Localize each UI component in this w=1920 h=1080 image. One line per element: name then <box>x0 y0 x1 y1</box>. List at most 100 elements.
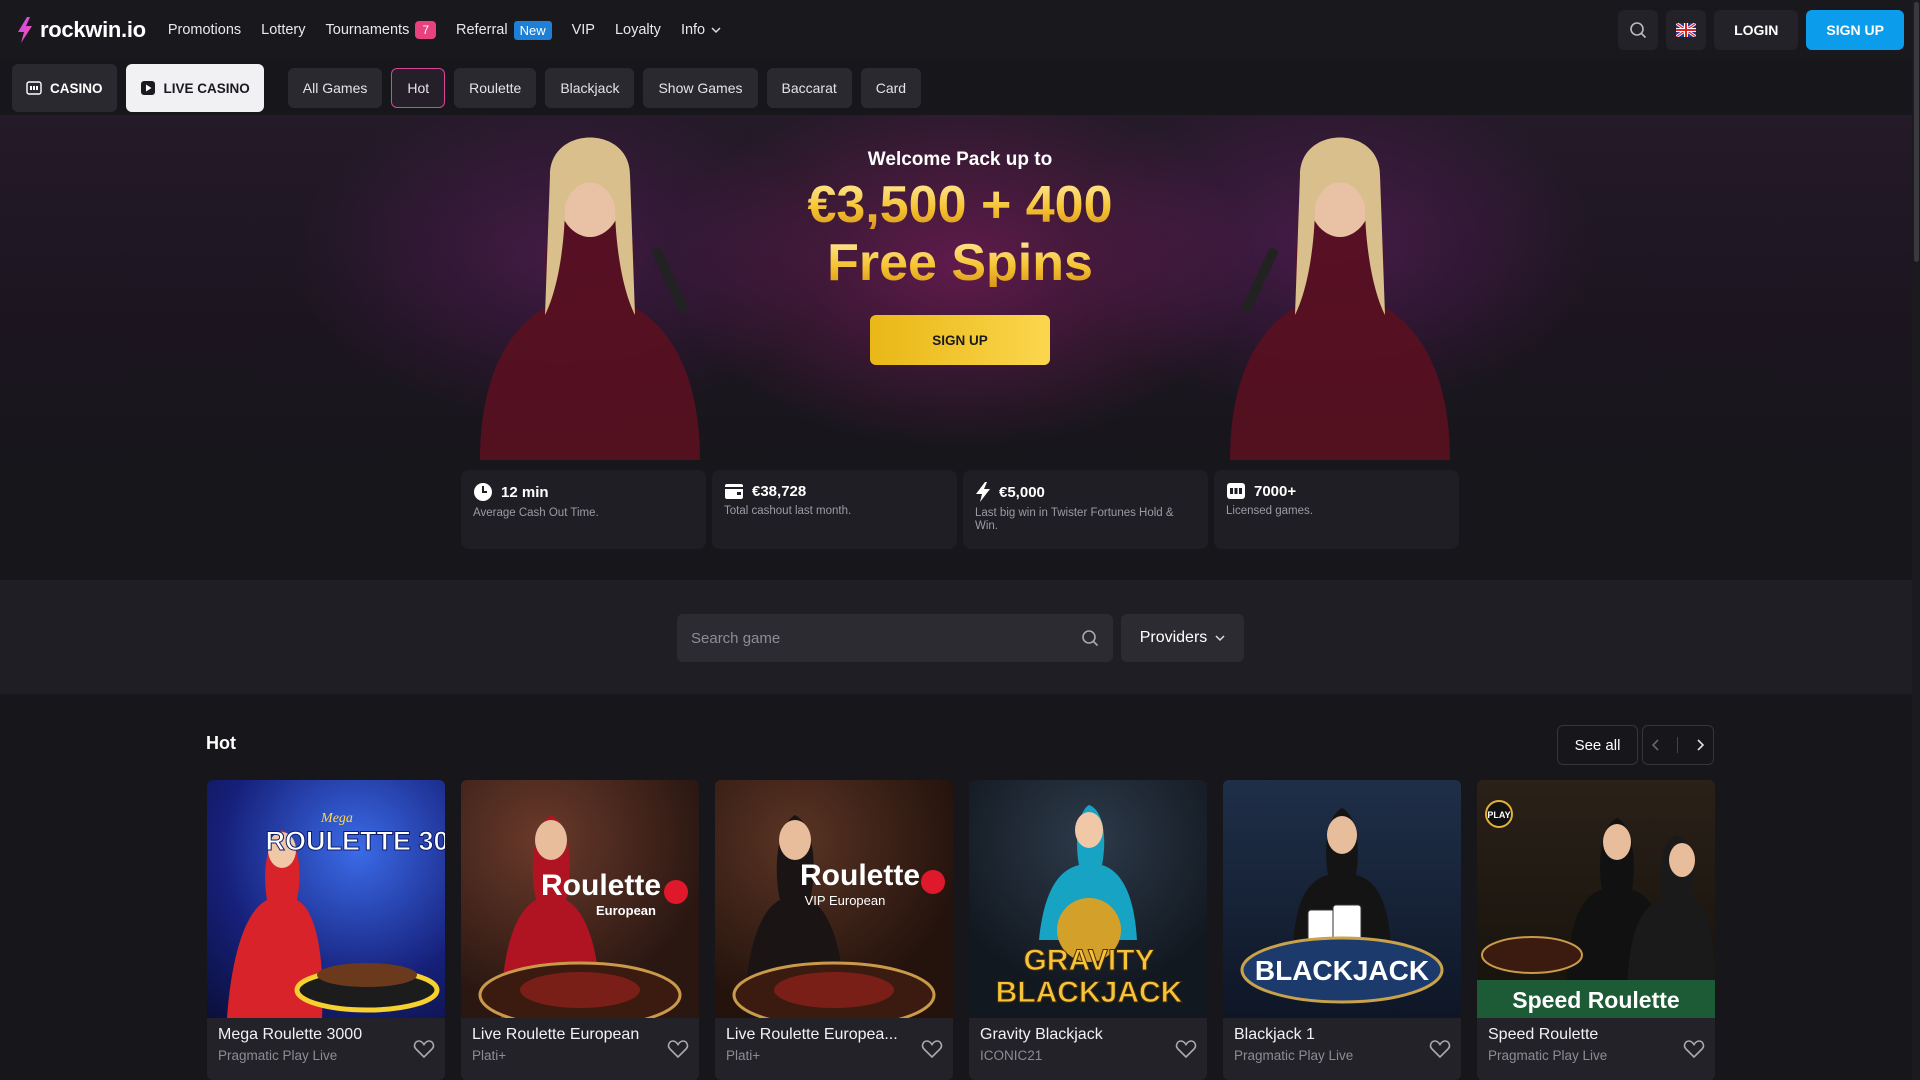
art-title: ROULETTE 3000 <box>265 826 445 856</box>
heart-icon[interactable] <box>667 1038 689 1060</box>
game-card[interactable]: ROULETTE 3000 Mega Mega Roulette 3000 Pr… <box>207 780 445 1080</box>
tournaments-count-badge: 7 <box>415 21 437 39</box>
hot-games-carousel: ROULETTE 3000 Mega Mega Roulette 3000 Pr… <box>207 780 1715 1080</box>
game-thumbnail: Roulette VIP European <box>715 780 953 1018</box>
nav-vip[interactable]: VIP <box>572 22 595 38</box>
tab-all-games[interactable]: All Games <box>287 68 383 108</box>
nav-loyalty[interactable]: Loyalty <box>615 22 661 38</box>
nav-referral[interactable]: Referral New <box>456 20 552 40</box>
nav-label: Loyalty <box>614 22 661 38</box>
game-thumbnail: GRAVITY BLACKJACK <box>969 780 1207 1018</box>
login-button[interactable]: LOGIN <box>1714 10 1799 50</box>
art-title: Roulette <box>541 869 661 902</box>
stat-value: €38,728 <box>752 482 807 500</box>
game-thumbnail: ROULETTE 3000 Mega <box>207 780 445 1018</box>
game-card[interactable]: Speed Roulette PLAY Speed Roulette Pragm… <box>1477 780 1715 1080</box>
nav-label: Info <box>680 22 706 38</box>
wallet-icon <box>725 484 743 499</box>
hero-banner: Welcome Pack up to €3,500 + 400 Free Spi… <box>0 115 1920 460</box>
game-thumbnail: Roulette European <box>461 780 699 1018</box>
heart-icon[interactable] <box>1429 1038 1451 1060</box>
providers-label: Providers <box>1139 629 1208 646</box>
heart-icon[interactable] <box>1175 1038 1197 1060</box>
search-icon[interactable] <box>1081 629 1099 647</box>
art-subtitle: VIP European <box>805 893 886 908</box>
art-subtitle: Mega <box>320 811 353 826</box>
nav-info-dropdown[interactable]: Info <box>681 22 721 38</box>
see-all-button[interactable]: See all <box>1557 725 1638 765</box>
pager-divider <box>1677 737 1679 753</box>
category-tabs-row: CASINO LIVE CASINO All Games Hot Roulett… <box>12 64 922 112</box>
chevron-right-icon[interactable] <box>1695 739 1705 751</box>
art-subtitle: BLACKJACK <box>996 976 1183 1009</box>
stat-big-win: €5,000 Last big win in Twister Fortunes … <box>963 470 1208 549</box>
stats-row: 12 min Average Cash Out Time. €38,728 To… <box>461 470 1459 549</box>
signup-button[interactable]: SIGN UP <box>1806 10 1904 50</box>
hero-amount: €3,500 + 400 <box>0 179 1920 231</box>
stat-cashout-time: 12 min Average Cash Out Time. <box>461 470 706 549</box>
scrollbar-thumb[interactable] <box>1914 2 1919 262</box>
tab-roulette[interactable]: Roulette <box>454 68 537 108</box>
game-art: Speed Roulette PLAY <box>1477 800 1715 1018</box>
carousel-pager <box>1642 725 1714 765</box>
game-provider: Plati+ <box>726 1048 761 1063</box>
game-thumbnail: Speed Roulette PLAY <box>1477 780 1715 1018</box>
top-header: rockwin.io Promotions Lottery Tournament… <box>0 0 1920 60</box>
game-art: Roulette VIP European <box>732 815 945 1018</box>
game-title: Speed Roulette <box>1488 1026 1599 1043</box>
tab-card[interactable]: Card <box>860 68 922 108</box>
casino-icon <box>26 81 42 95</box>
game-info: Live Roulette European Plati+ <box>461 1018 699 1071</box>
game-card[interactable]: BLACKJACK Blackjack 1 Pragmatic Play Liv… <box>1223 780 1461 1080</box>
tab-hot[interactable]: Hot <box>391 68 446 108</box>
main-nav: Promotions Lottery Tournaments 7 Referra… <box>168 20 721 40</box>
game-info: Mega Roulette 3000 Pragmatic Play Live <box>207 1018 445 1071</box>
heart-icon[interactable] <box>413 1038 435 1060</box>
game-card[interactable]: Roulette VIP European Live Roulette Euro… <box>715 780 953 1080</box>
nav-label: Tournaments <box>325 22 410 38</box>
stat-value: 7000+ <box>1254 482 1297 500</box>
tab-baccarat[interactable]: Baccarat <box>766 68 852 108</box>
uk-flag-icon <box>1676 23 1697 37</box>
stat-desc: Last big win in Twister Fortunes Hold & … <box>975 507 1174 532</box>
chevron-left-icon[interactable] <box>1651 739 1661 751</box>
game-title: Blackjack 1 <box>1234 1026 1315 1043</box>
language-button[interactable] <box>1666 10 1707 50</box>
nav-label: VIP <box>571 22 595 38</box>
game-art: ROULETTE 3000 Mega <box>227 811 445 1018</box>
tab-blackjack[interactable]: Blackjack <box>545 68 635 108</box>
nav-lottery[interactable]: Lottery <box>261 22 305 38</box>
logo-text: rockwin.io <box>40 17 146 42</box>
slots-icon <box>1227 483 1245 499</box>
game-provider: Pragmatic Play Live <box>218 1048 338 1063</box>
search-button[interactable] <box>1618 10 1659 50</box>
tab-show-games[interactable]: Show Games <box>643 68 758 108</box>
stat-desc: Average Cash Out Time. <box>473 507 599 519</box>
game-card[interactable]: GRAVITY BLACKJACK Gravity Blackjack ICON… <box>969 780 1207 1080</box>
game-title: Gravity Blackjack <box>980 1026 1103 1043</box>
stat-value: 12 min <box>501 483 549 501</box>
tab-casino[interactable]: CASINO <box>12 64 117 112</box>
nav-label: Referral <box>456 22 508 38</box>
game-provider: Pragmatic Play Live <box>1234 1048 1354 1063</box>
search-input[interactable] <box>691 629 1081 647</box>
hero-signup-button[interactable]: SIGN UP <box>870 315 1050 365</box>
page-scrollbar[interactable] <box>1912 0 1920 1080</box>
tab-label: CASINO <box>50 80 103 96</box>
game-info: Live Roulette Europea... Plati+ <box>715 1018 953 1071</box>
search-icon <box>1630 22 1647 39</box>
chevron-down-icon <box>1215 635 1225 642</box>
game-title: Live Roulette European <box>472 1026 640 1043</box>
logo[interactable]: rockwin.io <box>16 17 146 43</box>
art-title: GRAVITY <box>1023 944 1154 977</box>
game-info: Gravity Blackjack ICONIC21 <box>969 1018 1207 1071</box>
nav-tournaments[interactable]: Tournaments 7 <box>326 21 437 39</box>
nav-promotions[interactable]: Promotions <box>168 22 241 38</box>
heart-icon[interactable] <box>1683 1038 1705 1060</box>
stat-total-cashout: €38,728 Total cashout last month. <box>712 470 957 549</box>
game-info: Blackjack 1 Pragmatic Play Live <box>1223 1018 1461 1071</box>
heart-icon[interactable] <box>921 1038 943 1060</box>
game-card[interactable]: Roulette European Live Roulette European… <box>461 780 699 1080</box>
providers-dropdown[interactable]: Providers <box>1121 614 1244 662</box>
tab-live-casino[interactable]: LIVE CASINO <box>125 64 264 112</box>
